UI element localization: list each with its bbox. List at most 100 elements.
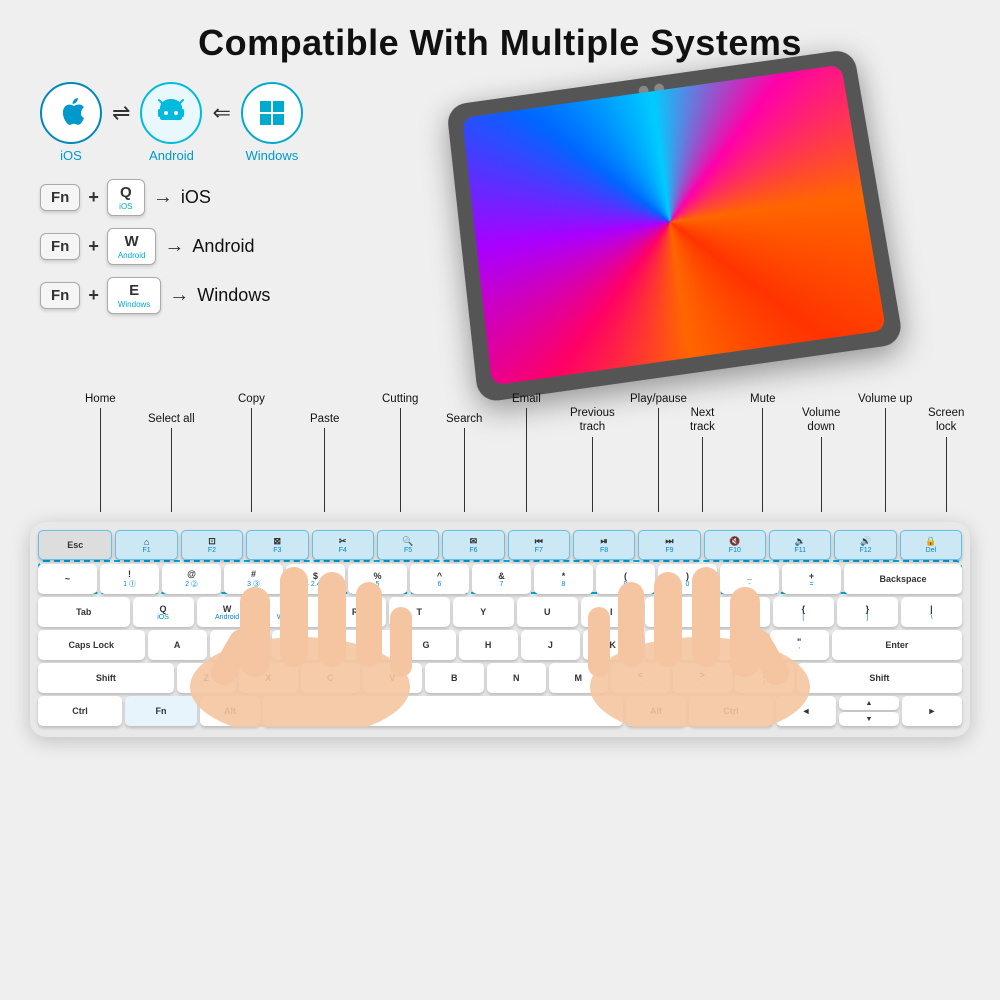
- keyboard-fn-row: Esc ⌂F1 ⊡F2 ⊠F3 ✂F4 🔍F5 ✉F6 ⏮F7 ⏯F8 ⏭F9 …: [38, 530, 962, 560]
- windows-icon-item: Windows: [241, 82, 303, 163]
- key-f7[interactable]: ⏮F7: [508, 530, 570, 560]
- key-z[interactable]: Z: [177, 663, 236, 693]
- fn-key-ios[interactable]: Fn: [40, 184, 80, 211]
- fn-key-android[interactable]: Fn: [40, 233, 80, 260]
- key-f9[interactable]: ⏭F9: [638, 530, 700, 560]
- key-backtick[interactable]: ~: [38, 564, 97, 594]
- key-semicolon[interactable]: :;: [707, 630, 766, 660]
- key-1[interactable]: !1 ⓵: [100, 564, 159, 594]
- key-minus[interactable]: _-: [720, 564, 779, 594]
- key-f6[interactable]: ✉F6: [442, 530, 504, 560]
- key-d[interactable]: D: [272, 630, 331, 660]
- key-shift-left[interactable]: Shift: [38, 663, 174, 693]
- key-slash[interactable]: ?/: [735, 663, 794, 693]
- key-arrow-up[interactable]: ▲: [839, 696, 899, 710]
- fn-combo-windows: Fn + EWindows → Windows: [40, 277, 370, 314]
- key-arrow-right[interactable]: ►: [902, 696, 962, 726]
- q-key[interactable]: QiOS: [107, 179, 145, 216]
- key-b[interactable]: B: [425, 663, 484, 693]
- arrow-right-1: →: [153, 186, 173, 209]
- key-i[interactable]: I: [581, 597, 642, 627]
- key-7[interactable]: &7: [472, 564, 531, 594]
- key-rbracket[interactable]: }]: [837, 597, 898, 627]
- ann-email: Email: [512, 392, 541, 512]
- key-m[interactable]: M: [549, 663, 608, 693]
- key-j[interactable]: J: [521, 630, 580, 660]
- fn-key-windows[interactable]: Fn: [40, 282, 80, 309]
- key-0[interactable]: )0: [658, 564, 717, 594]
- key-a[interactable]: A: [148, 630, 207, 660]
- ann-vol-down: Volumedown: [802, 406, 840, 512]
- key-o[interactable]: O: [645, 597, 706, 627]
- key-r[interactable]: R: [325, 597, 386, 627]
- key-alt-right[interactable]: Alt: [626, 696, 686, 726]
- key-f[interactable]: F: [334, 630, 393, 660]
- key-enter[interactable]: Enter: [832, 630, 962, 660]
- key-c[interactable]: C: [301, 663, 360, 693]
- key-t[interactable]: T: [389, 597, 450, 627]
- key-backspace[interactable]: Backspace: [844, 564, 962, 594]
- key-ctrl-left[interactable]: Ctrl: [38, 696, 122, 726]
- top-section: iOS ⇌ Android: [0, 82, 1000, 372]
- key-arrow-down[interactable]: ▼: [839, 712, 899, 726]
- ann-vol-down-label: Volumedown: [802, 406, 840, 435]
- key-esc[interactable]: Esc: [38, 530, 112, 560]
- key-arrow-left[interactable]: ◄: [776, 696, 836, 726]
- plus-sign-3: +: [88, 285, 99, 306]
- key-h[interactable]: H: [459, 630, 518, 660]
- key-9[interactable]: (9: [596, 564, 655, 594]
- key-comma[interactable]: <,: [611, 663, 670, 693]
- key-f3[interactable]: ⊠F3: [246, 530, 308, 560]
- key-f4[interactable]: ✂F4: [312, 530, 374, 560]
- key-6[interactable]: ^6: [410, 564, 469, 594]
- key-4[interactable]: $4 2.4G: [286, 564, 345, 594]
- key-alt-left[interactable]: Alt: [200, 696, 260, 726]
- key-caps-lock[interactable]: Caps Lock: [38, 630, 145, 660]
- ann-search-label: Search: [446, 412, 482, 426]
- key-n[interactable]: N: [487, 663, 546, 693]
- key-del[interactable]: 🔒Del: [900, 530, 962, 560]
- key-f8[interactable]: ⏯F8: [573, 530, 635, 560]
- os-icons-row: iOS ⇌ Android: [40, 82, 370, 163]
- key-5[interactable]: %5: [348, 564, 407, 594]
- key-g[interactable]: G: [396, 630, 455, 660]
- key-f10[interactable]: 🔇F10: [704, 530, 766, 560]
- key-period[interactable]: >.: [673, 663, 732, 693]
- key-q[interactable]: QiOS: [133, 597, 194, 627]
- key-tab[interactable]: Tab: [38, 597, 130, 627]
- key-equals[interactable]: +=: [782, 564, 841, 594]
- key-v[interactable]: V: [363, 663, 422, 693]
- key-2[interactable]: @2 ⓶: [162, 564, 221, 594]
- key-quote[interactable]: "': [770, 630, 829, 660]
- key-w[interactable]: WAndroid: [197, 597, 258, 627]
- key-f1[interactable]: ⌂F1: [115, 530, 177, 560]
- key-shift-right[interactable]: Shift: [797, 663, 962, 693]
- key-lbracket[interactable]: {[: [773, 597, 834, 627]
- key-f12[interactable]: 🔊F12: [834, 530, 896, 560]
- w-key[interactable]: WAndroid: [107, 228, 157, 265]
- key-x[interactable]: X: [239, 663, 298, 693]
- key-f11[interactable]: 🔉F11: [769, 530, 831, 560]
- key-fn-bottom[interactable]: Fn: [125, 696, 197, 726]
- ann-copy-label: Copy: [238, 392, 265, 406]
- key-p[interactable]: P: [709, 597, 770, 627]
- key-f5[interactable]: 🔍F5: [377, 530, 439, 560]
- key-s[interactable]: S: [210, 630, 269, 660]
- key-l[interactable]: L: [645, 630, 704, 660]
- key-e[interactable]: EWindows: [261, 597, 322, 627]
- key-k[interactable]: K: [583, 630, 642, 660]
- key-u[interactable]: U: [517, 597, 578, 627]
- key-3[interactable]: #3 ⓷: [224, 564, 283, 594]
- key-ctrl-right[interactable]: Ctrl: [689, 696, 773, 726]
- key-space[interactable]: [263, 696, 623, 726]
- ann-vol-up-label: Volume up: [858, 392, 912, 406]
- page-container: Compatible With Multiple Systems iOS ⇌: [0, 0, 1000, 1000]
- apple-logo-icon: [55, 95, 87, 131]
- key-backslash[interactable]: |\: [901, 597, 962, 627]
- windows-logo-icon: [257, 98, 287, 128]
- key-y[interactable]: Y: [453, 597, 514, 627]
- left-panel: iOS ⇌ Android: [30, 82, 370, 314]
- e-key[interactable]: EWindows: [107, 277, 161, 314]
- key-8[interactable]: *8: [534, 564, 593, 594]
- key-f2[interactable]: ⊡F2: [181, 530, 243, 560]
